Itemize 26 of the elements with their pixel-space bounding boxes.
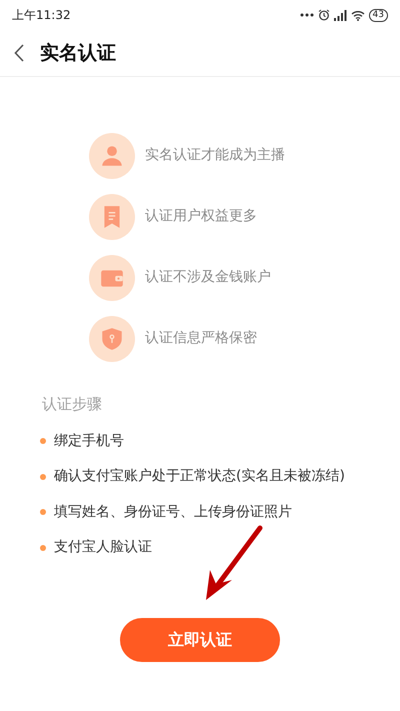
shield-icon xyxy=(89,316,135,362)
bullet-dot xyxy=(40,474,46,480)
person-icon xyxy=(89,132,135,178)
step-text: 确认支付宝账户处于正常状态(实名且未被冻结) xyxy=(54,467,345,486)
alarm-icon xyxy=(318,9,330,21)
wallet-icon xyxy=(89,254,135,300)
benefit-text: 认证不涉及金钱账户 xyxy=(145,268,271,287)
step-text: 填写姓名、身份证号、上传身份证照片 xyxy=(54,502,292,522)
signal-icon xyxy=(334,10,347,20)
bullet-dot xyxy=(40,509,46,516)
step-text: 支付宝人脸认证 xyxy=(54,538,152,558)
benefit-text: 实名认证才能成为主播 xyxy=(145,146,285,165)
bullet-dot xyxy=(40,544,46,551)
page-title: 实名认证 xyxy=(40,40,116,66)
verify-button[interactable]: 立即认证 xyxy=(120,618,280,662)
bullet-dot xyxy=(40,438,46,444)
receipt-icon xyxy=(89,194,135,240)
status-time: 上午11:32 xyxy=(12,7,71,24)
wifi-icon xyxy=(350,10,365,20)
section-title: 认证步骤 xyxy=(42,394,103,415)
more-icon xyxy=(300,13,314,17)
battery-indicator: 43 xyxy=(368,8,388,22)
benefit-text: 认证信息严格保密 xyxy=(145,329,257,348)
benefit-text: 认证用户权益更多 xyxy=(145,207,257,226)
back-icon[interactable] xyxy=(14,44,24,62)
step-text: 绑定手机号 xyxy=(54,432,124,451)
